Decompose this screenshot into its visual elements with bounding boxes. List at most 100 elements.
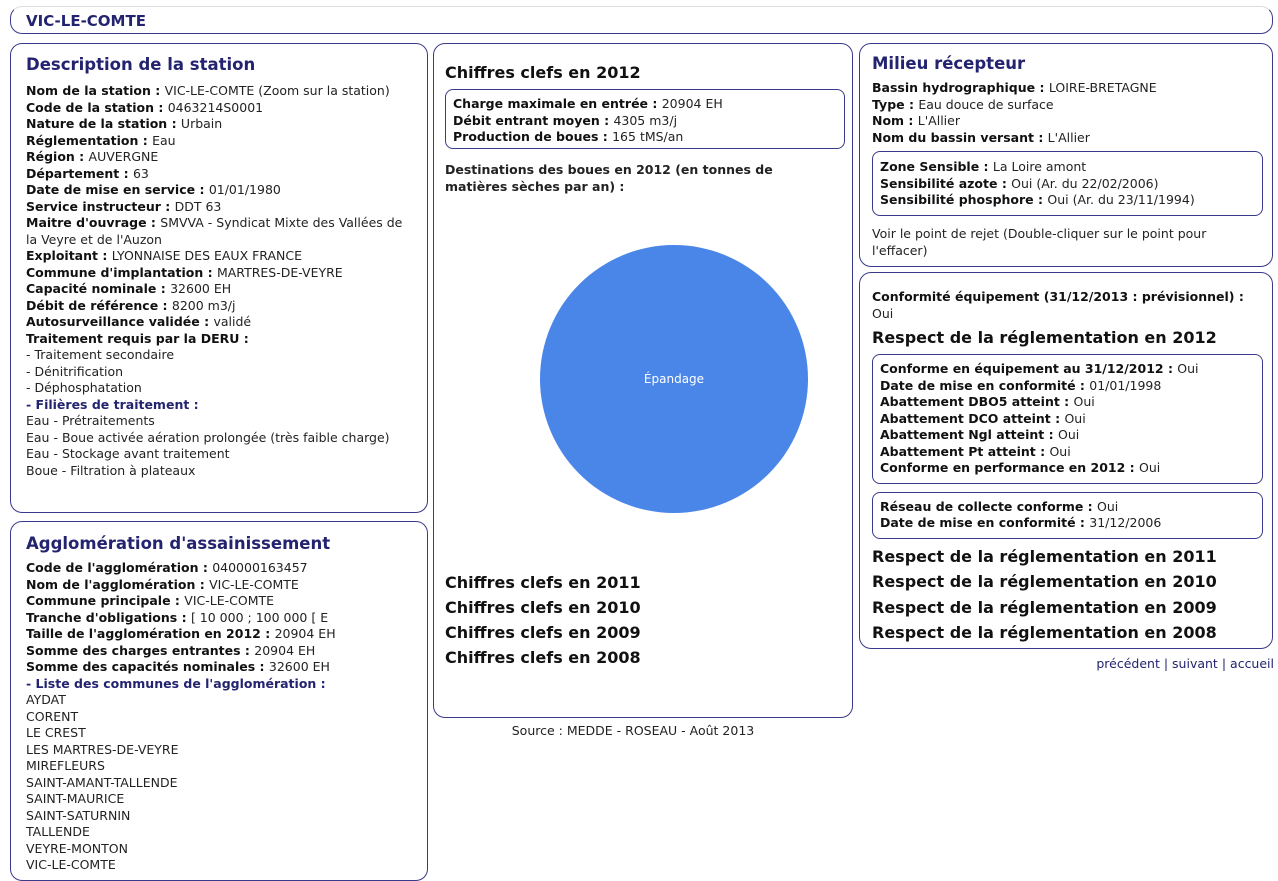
field-row: Capacité nominale : 32600 EH — [26, 281, 416, 298]
field-value: 32600 EH — [268, 659, 330, 674]
respect-2012[interactable]: Respect de la réglementation en 2012 — [872, 328, 1267, 348]
zone-box: Zone Sensible : La Loire amont Sensibilit… — [872, 151, 1263, 216]
field-value: L'Allier — [1047, 129, 1090, 145]
filiere-item: Eau - Prétraitements — [26, 413, 155, 428]
nav-separator: | — [1221, 656, 1227, 671]
respect-year-link[interactable]: Respect de la réglementation en 2011 — [872, 544, 1267, 570]
field-label: Débit entrant moyen : — [453, 112, 614, 128]
field-label: Zone Sensible : — [880, 159, 993, 174]
field-value: 20904 EH — [254, 642, 316, 658]
field-row: Somme des capacités nominales : 32600 EH — [26, 659, 416, 676]
field-label: Réseau de collecte conforme : — [880, 498, 1098, 514]
field-row: Nom de l'agglomération : VIC-LE-COMTE — [26, 577, 416, 594]
equip-value: Oui — [872, 306, 894, 321]
field-value: VIC-LE-COMTE (Zoom sur la station) — [164, 83, 390, 98]
field-value: 8200 m3/j — [171, 297, 236, 313]
field-label: Commune principale : — [26, 593, 185, 608]
field-label: Code de la station : — [26, 99, 168, 115]
field-label: Abattement DCO atteint : — [880, 410, 1065, 426]
commune-item: MIREFLEURS — [26, 758, 105, 773]
field-label: Abattement Pt atteint : — [880, 443, 1050, 459]
respect-other-years: Respect de la réglementation en 2011 Resp… — [872, 544, 1267, 646]
rejet-link[interactable]: Voir le point de rejet (Double-cliquer s… — [872, 225, 1257, 259]
field-row: Type : Eau douce de surface — [872, 97, 1267, 114]
field-label: Service instructeur : — [26, 198, 175, 214]
field-label: Nom de l'agglomération : — [26, 576, 210, 592]
source-note: Source : MEDDE - ROSEAU - Août 2013 — [511, 723, 755, 738]
field-label: Département : — [26, 165, 133, 181]
deru-item: - Déphosphatation — [26, 380, 142, 395]
field-row: Production de boues : 165 tMS/an — [453, 129, 844, 146]
field-value: MARTRES-DE-VEYRE — [216, 264, 343, 280]
field-row: Sensibilité phosphore : Oui (Ar. du 23/1… — [880, 192, 1262, 209]
deru-item: - Dénitrification — [26, 363, 124, 379]
field-row: Conforme en équipement au 31/12/2012 : O… — [880, 361, 1262, 378]
field-value: Oui (Ar. du 22/02/2006) — [1011, 175, 1159, 191]
field-value: validé — [213, 314, 252, 329]
field-row: Autosurveillance validée : validé — [26, 314, 416, 331]
field-label: Nom : — [872, 113, 918, 128]
field-row: Réglementation : Eau — [26, 133, 416, 150]
commune-item: SAINT-AMANT-TALLENDE — [26, 774, 178, 790]
field-label: Autosurveillance validée : — [26, 314, 214, 329]
equip-label: Conformité équipement (31/12/2013 : prév… — [872, 289, 1244, 304]
field-row: Nom du bassin versant : L'Allier — [872, 130, 1267, 147]
field-label: Nom du bassin versant : — [872, 129, 1048, 145]
field-row: Date de mise en conformité : 01/01/1998 — [880, 378, 1262, 395]
field-row: Débit entrant moyen : 4305 m3/j — [453, 113, 844, 130]
chiffres-year-link[interactable]: Chiffres clefs en 2011 — [445, 570, 641, 595]
respect-year-link[interactable]: Respect de la réglementation en 2010 — [872, 569, 1267, 595]
field-label: Bassin hydrographique : — [872, 80, 1049, 95]
field-row: Exploitant : LYONNAISE DES EAUX FRANCE — [26, 248, 416, 265]
deru-item: - Traitement secondaire — [26, 347, 175, 362]
field-row: Code de la station : 0463214S0001 — [26, 100, 416, 117]
chiffres-year-link[interactable]: Chiffres clefs en 2008 — [445, 645, 641, 670]
field-row: Abattement Ngl atteint : Oui — [880, 427, 1262, 444]
field-label: Région : — [26, 149, 89, 164]
field-label: Réglementation : — [26, 132, 153, 148]
field-label: Date de mise en conformité : — [880, 515, 1090, 530]
prev-link[interactable]: précédent — [1096, 656, 1160, 671]
field-label: Date de mise en conformité : — [880, 377, 1090, 393]
field-row: Nature de la station : Urbain — [26, 116, 416, 133]
next-link[interactable]: suivant — [1172, 656, 1218, 671]
field-row: Sensibilité azote : Oui (Ar. du 22/02/20… — [880, 176, 1262, 193]
field-value: LYONNAISE DES EAUX FRANCE — [111, 248, 303, 263]
field-row: Département : 63 — [26, 166, 416, 183]
field-value: 0463214S0001 — [167, 99, 264, 115]
field-row: Date de mise en service : 01/01/1980 — [26, 182, 416, 199]
field-row: Commune principale : VIC-LE-COMTE — [26, 593, 416, 610]
chiffres-year-link[interactable]: Chiffres clefs en 2010 — [445, 595, 641, 620]
field-value: Oui — [1073, 394, 1095, 409]
field-row: Zone Sensible : La Loire amont — [880, 159, 1262, 176]
conformite-box-1: Conforme en équipement au 31/12/2012 : O… — [872, 354, 1263, 484]
commune-item: SAINT-MAURICE — [26, 791, 125, 806]
station-title: Description de la station — [26, 55, 256, 74]
commune-item: VEYRE-MONTON — [26, 840, 128, 856]
home-link[interactable]: accueil — [1230, 656, 1274, 671]
field-label: Somme des capacités nominales : — [26, 659, 269, 674]
station-fields: Nom de la station : VIC-LE-COMTE (Zoom s… — [26, 83, 416, 331]
chiffres-other-years: Chiffres clefs en 2011 Chiffres clefs en … — [445, 570, 641, 670]
field-row: Débit de référence : 8200 m3/j — [26, 298, 416, 315]
page-title: VIC-LE-COMTE — [26, 12, 146, 30]
field-row: Tranche d'obligations : [ 10 000 ; 100 0… — [26, 610, 416, 627]
respect-year-link[interactable]: Respect de la réglementation en 2009 — [872, 595, 1267, 621]
commune-item: AYDAT — [26, 692, 66, 707]
conformite-box-2: Réseau de collecte conforme : Oui Date de… — [872, 491, 1263, 539]
field-label: Conforme en équipement au 31/12/2012 : — [880, 361, 1178, 376]
field-value: LOIRE-BRETAGNE — [1048, 80, 1157, 95]
sludge-pie-chart: Épandage — [540, 245, 808, 513]
field-value: 01/01/1998 — [1089, 377, 1162, 393]
chiffres-year-link[interactable]: Chiffres clefs en 2009 — [445, 620, 641, 645]
respect-year-link[interactable]: Respect de la réglementation en 2008 — [872, 620, 1267, 646]
agglo-panel: Agglomération d'assainissement Code de l… — [10, 521, 428, 881]
conformite-panel: Conformité équipement (31/12/2013 : prév… — [859, 272, 1273, 649]
pie-slice-label: Épandage — [644, 371, 704, 386]
field-value: L'Allier — [917, 113, 960, 128]
chiffres-title: Chiffres clefs en 2012 — [445, 63, 641, 82]
field-value: 01/01/1980 — [208, 182, 281, 197]
field-row: Service instructeur : DDT 63 — [26, 199, 416, 216]
communes-label: - Liste des communes de l'agglomération … — [26, 675, 326, 691]
field-row: Réseau de collecte conforme : Oui — [880, 499, 1262, 516]
